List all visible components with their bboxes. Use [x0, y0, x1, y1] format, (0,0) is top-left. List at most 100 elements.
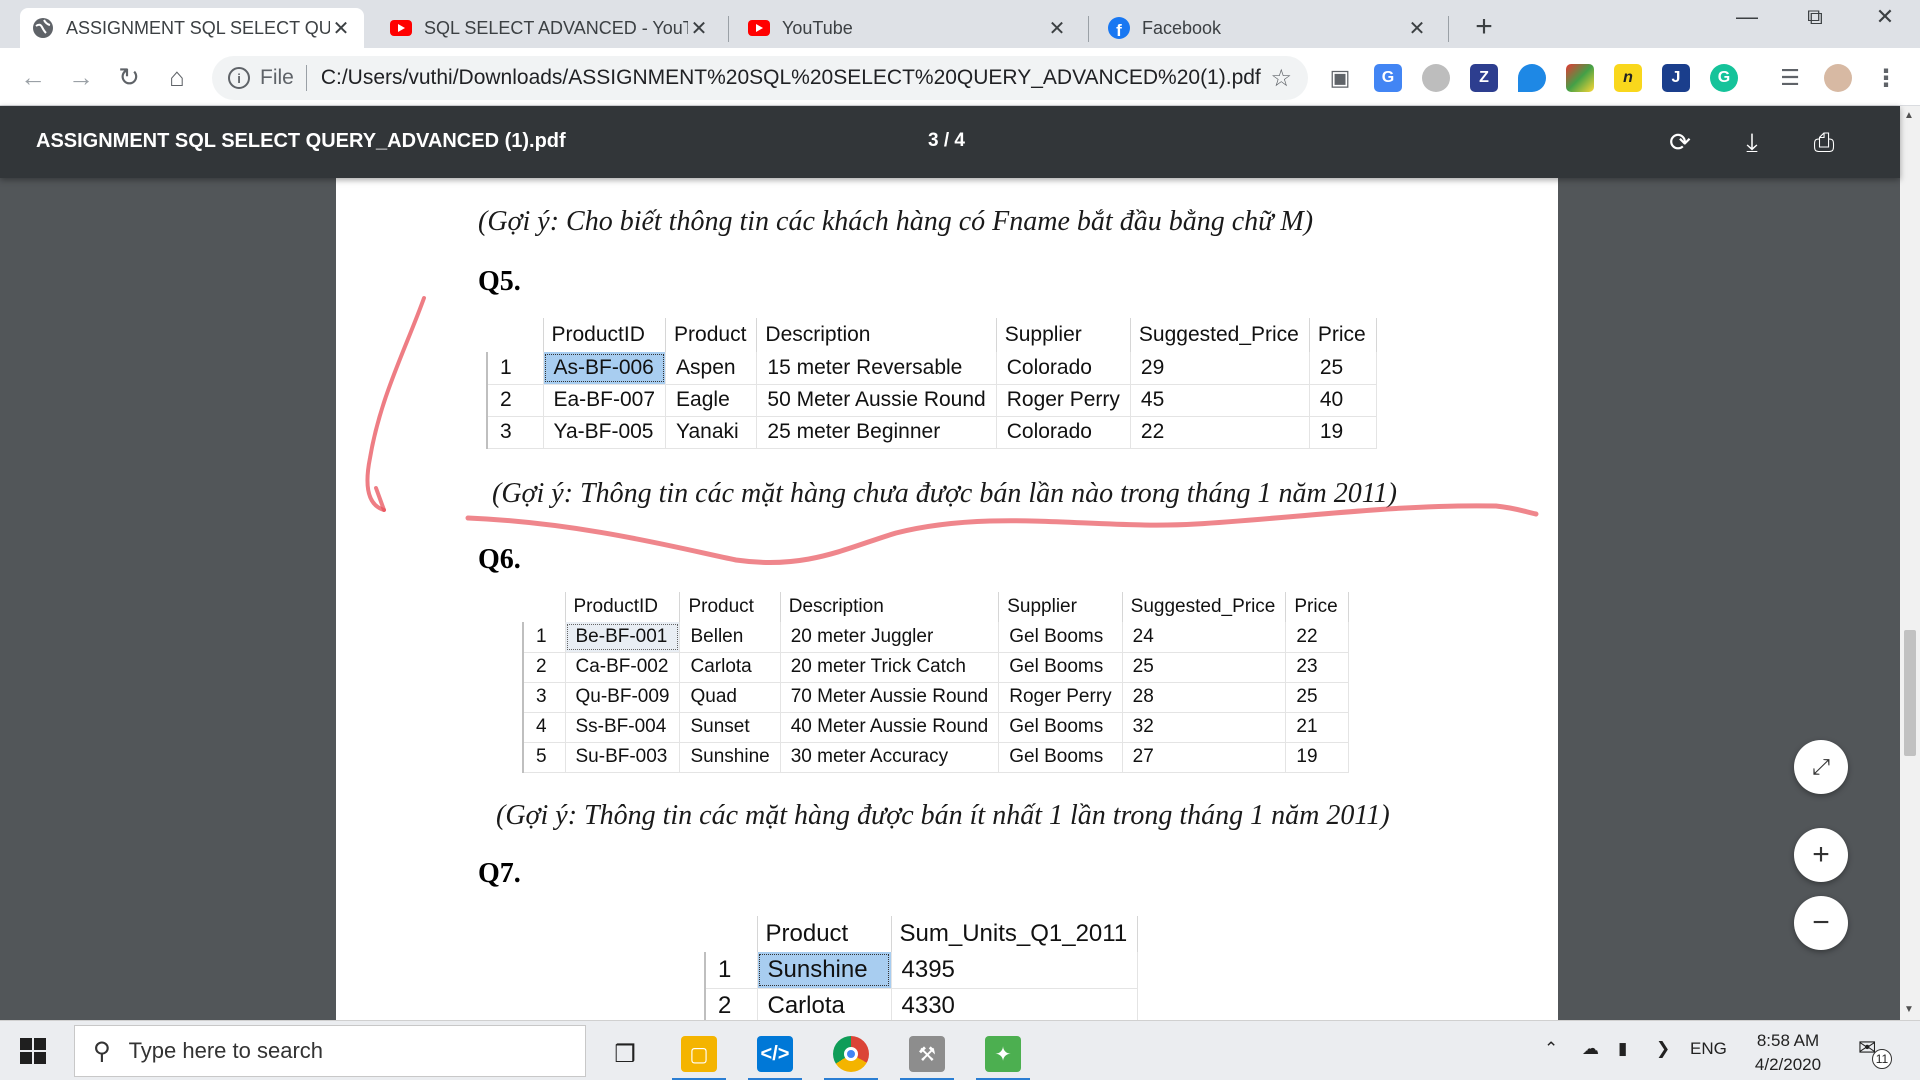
show-hidden-icons[interactable]: ⌃	[1544, 1039, 1558, 1059]
table-row: 5 Su-BF-003 Sunshine 30 meter Accuracy G…	[522, 742, 1349, 773]
chrome-icon[interactable]	[816, 1027, 886, 1080]
print-icon[interactable]: ⎙	[1804, 124, 1844, 160]
table-row: 1 Sunshine 4395	[704, 952, 1139, 989]
table-cell: 32	[1122, 712, 1287, 743]
taskbar-search-input[interactable]: ⚲ Type here to search	[74, 1025, 586, 1077]
vertical-scrollbar[interactable]: ▲ ▼	[1900, 106, 1920, 1020]
back-icon[interactable]: ←	[16, 60, 50, 94]
handwritten-annotation	[365, 296, 1539, 565]
column-header: Supplier	[998, 592, 1123, 622]
table-cell: Gel Booms	[998, 742, 1123, 773]
url-text[interactable]: C:/Users/vuthi/Downloads/ASSIGNMENT%20SQ…	[321, 66, 1263, 90]
grammarly-icon[interactable]: G	[1710, 64, 1738, 92]
row-number: 4	[522, 712, 566, 743]
restore-icon[interactable]: ⧉	[1790, 4, 1840, 30]
network-error-icon[interactable]: ☁	[1582, 1039, 1599, 1059]
tab-youtube[interactable]: YouTube ✕	[736, 8, 1080, 48]
tab-strip: ASSIGNMENT SQL SELECT QUERY_ADVANCED (1)…	[0, 0, 1920, 48]
close-tab-icon[interactable]: ✕	[330, 16, 352, 41]
avatar[interactable]	[1824, 64, 1852, 92]
gray-extension-icon[interactable]	[1422, 64, 1450, 92]
minimize-icon[interactable]: —	[1722, 4, 1772, 30]
table-cell: Carlota	[679, 652, 781, 683]
hint-text: (Gợi ý: Thông tin các mặt hàng được bán …	[496, 800, 1390, 831]
tool-app-2-icon[interactable]: ✦	[968, 1027, 1038, 1080]
windows-start-icon[interactable]	[20, 1038, 46, 1064]
fit-to-page-icon[interactable]: ⤢	[1794, 740, 1848, 794]
tab-sql-youtube[interactable]: SQL SELECT ADVANCED - YouTube ✕	[378, 8, 722, 48]
task-view-icon[interactable]: ❒	[590, 1027, 660, 1080]
rotate-icon[interactable]: ⟳	[1660, 124, 1700, 160]
table-cell: Gel Booms	[998, 652, 1123, 683]
table-cell: 25	[1285, 682, 1349, 713]
table-row: 4 Ss-BF-004 Sunset 40 Meter Aussie Round…	[522, 712, 1349, 743]
scrollbar-thumb[interactable]	[1904, 630, 1916, 756]
reload-icon[interactable]: ↻	[112, 60, 146, 94]
q7-result-table: Product Sum_Units_Q1_2011 1 Sunshine 439…	[704, 916, 1139, 1025]
battery-icon[interactable]: ▮	[1618, 1039, 1627, 1059]
tab-separator	[728, 16, 729, 42]
n-extension-icon[interactable]: n	[1614, 64, 1642, 92]
pdf-page: (Gợi ý: Cho biết thông tin các khách hàn…	[336, 178, 1558, 1025]
j-extension-icon[interactable]: J	[1662, 64, 1690, 92]
language-indicator[interactable]: ENG	[1690, 1039, 1727, 1059]
home-icon[interactable]: ⌂	[160, 60, 194, 94]
zoom-out-button[interactable]: −	[1794, 896, 1848, 950]
tab-title: ASSIGNMENT SQL SELECT QUERY_ADVANCED (1)…	[66, 17, 330, 38]
question-label: Q6.	[478, 544, 521, 575]
question-label: Q7.	[478, 858, 521, 889]
tool-app-icon[interactable]: ⚒	[892, 1027, 962, 1080]
corner-cell	[523, 592, 566, 622]
tab-separator	[1448, 16, 1449, 42]
table-cell: Be-BF-001	[565, 622, 681, 653]
search-placeholder: Type here to search	[128, 1038, 324, 1063]
close-tab-icon[interactable]: ✕	[688, 16, 710, 41]
address-bar[interactable]: i File C:/Users/vuthi/Downloads/ASSIGNME…	[212, 56, 1308, 100]
table-cell: Sunshine	[757, 952, 892, 989]
vscode-icon[interactable]: </>	[740, 1027, 810, 1080]
close-window-icon[interactable]: ✕	[1860, 4, 1910, 30]
column-header: Price	[1285, 592, 1349, 622]
tab-separator	[1088, 16, 1089, 42]
clock-time: 8:58 AM	[1756, 1031, 1820, 1050]
table-cell: 23	[1285, 652, 1349, 683]
column-header: ProductID	[565, 592, 681, 622]
media-control-icon[interactable]: ☰	[1776, 64, 1804, 92]
new-tab-button[interactable]: +	[1468, 10, 1500, 44]
tab-pdf[interactable]: ASSIGNMENT SQL SELECT QUERY_ADVANCED (1)…	[20, 8, 364, 48]
z-extension-icon[interactable]: Z	[1470, 64, 1498, 92]
table-cell: Bellen	[679, 622, 781, 653]
tab-title: SQL SELECT ADVANCED - YouTube	[424, 17, 688, 38]
camera-icon[interactable]: ▣	[1326, 64, 1354, 92]
table-row: 3 Qu-BF-009 Quad 70 Meter Aussie Round R…	[522, 682, 1349, 713]
row-number: 3	[522, 682, 566, 713]
close-tab-icon[interactable]: ✕	[1046, 16, 1068, 41]
tab-facebook[interactable]: f Facebook ✕	[1096, 8, 1440, 48]
table-cell: Qu-BF-009	[565, 682, 681, 713]
translate-icon[interactable]: G	[1374, 64, 1402, 92]
table-cell: Ca-BF-002	[565, 652, 681, 683]
table-cell: 70 Meter Aussie Round	[780, 682, 1000, 713]
notification-count: 11	[1872, 1049, 1892, 1069]
close-tab-icon[interactable]: ✕	[1406, 16, 1428, 41]
table-cell: 19	[1285, 742, 1349, 773]
wifi-icon[interactable]: ❯	[1656, 1039, 1670, 1059]
drop-extension-icon[interactable]	[1518, 64, 1546, 92]
forward-icon[interactable]: →	[64, 60, 98, 94]
menu-icon[interactable]: ⋮	[1872, 64, 1900, 92]
download-icon[interactable]: ⤓	[1732, 124, 1772, 160]
bookmark-star-icon[interactable]: ☆	[1270, 64, 1292, 93]
color-picker-icon[interactable]	[1566, 64, 1594, 92]
clock[interactable]: 8:58 AM 4/2/2020	[1738, 1029, 1838, 1077]
notification-icon[interactable]: ✉ 11	[1858, 1035, 1892, 1069]
info-icon[interactable]: i	[228, 67, 250, 89]
scroll-up-icon[interactable]: ▲	[1904, 110, 1914, 121]
table-cell: 4395	[891, 952, 1139, 989]
table-row: 2 Carlota 4330	[704, 988, 1139, 1025]
pdf-viewer: ASSIGNMENT SQL SELECT QUERY_ADVANCED (1)…	[0, 106, 1920, 1025]
zoom-in-button[interactable]: +	[1794, 828, 1848, 882]
table-cell: Gel Booms	[998, 622, 1123, 653]
file-explorer-icon[interactable]: ▢	[664, 1027, 734, 1080]
table-cell: Roger Perry	[998, 682, 1123, 713]
scroll-down-icon[interactable]: ▼	[1904, 1004, 1914, 1015]
